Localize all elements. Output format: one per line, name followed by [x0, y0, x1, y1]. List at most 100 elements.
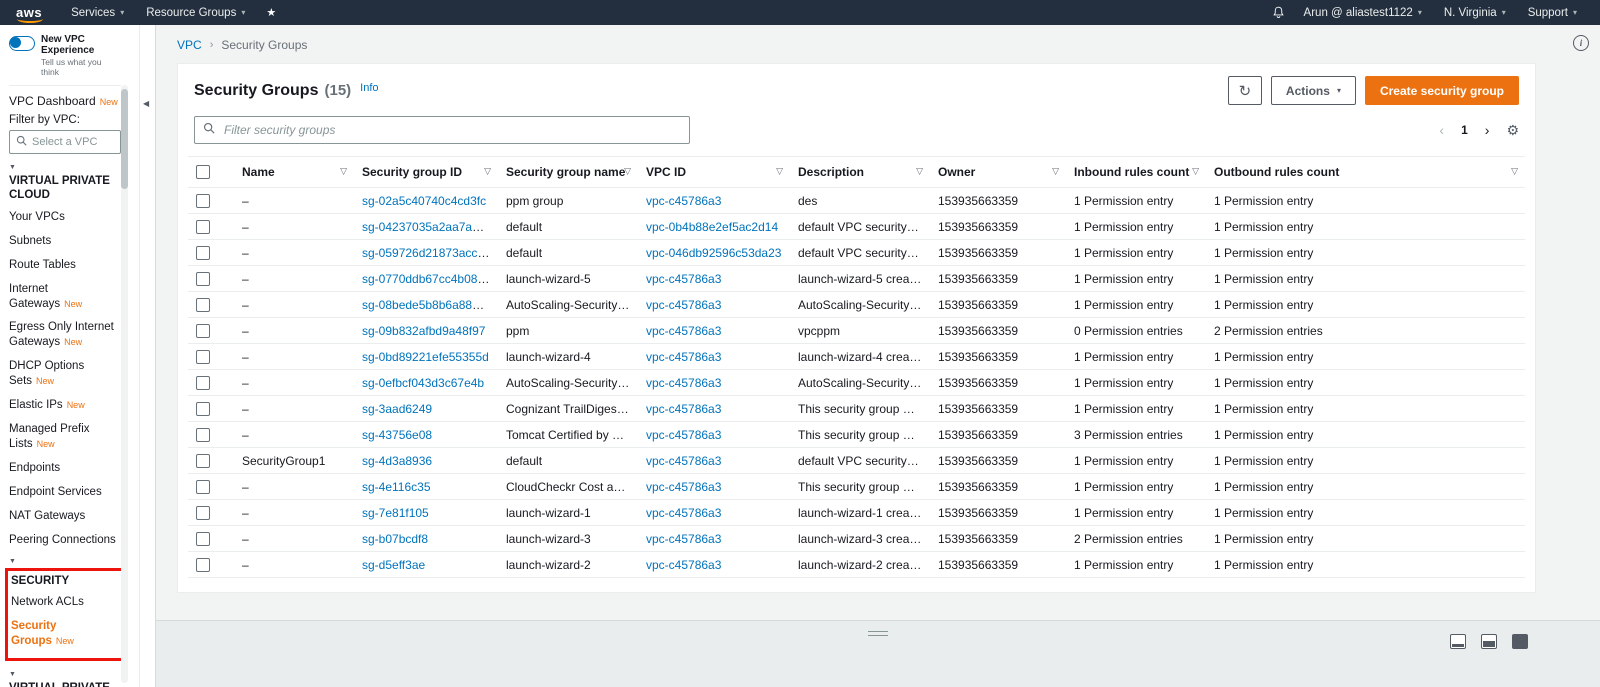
sidebar-item-internet-gateways[interactable]: Internet GatewaysNew	[9, 282, 121, 312]
vpc-id-link[interactable]: vpc-c45786a3	[646, 454, 721, 468]
panel-layout-split-icon[interactable]	[1481, 634, 1497, 649]
vpc-id-link[interactable]: vpc-c45786a3	[646, 402, 721, 416]
security-group-id-link[interactable]: sg-08bede5b8b6a88c6a	[362, 298, 491, 312]
vpc-id-link[interactable]: vpc-c45786a3	[646, 428, 721, 442]
resize-grip[interactable]	[868, 631, 888, 636]
vpc-id-link[interactable]: vpc-c45786a3	[646, 272, 721, 286]
vpc-id-link[interactable]: vpc-c45786a3	[646, 376, 721, 390]
row-checkbox[interactable]	[196, 532, 210, 546]
vpc-id-link[interactable]: vpc-c45786a3	[646, 350, 721, 364]
row-checkbox[interactable]	[196, 298, 210, 312]
panel-layout-full-icon[interactable]	[1512, 634, 1528, 649]
filter-funnel-icon[interactable]: ▽	[340, 166, 347, 177]
row-checkbox[interactable]	[196, 402, 210, 416]
sidebar-item-endpoint-services[interactable]: Endpoint Services	[9, 485, 121, 500]
row-checkbox[interactable]	[196, 454, 210, 468]
scrollbar-thumb[interactable]	[121, 89, 128, 189]
next-page-icon[interactable]: ›	[1485, 122, 1490, 138]
sidebar-item-endpoints[interactable]: Endpoints	[9, 461, 121, 476]
row-checkbox[interactable]	[196, 376, 210, 390]
info-link[interactable]: Info	[360, 82, 378, 94]
filter-funnel-icon[interactable]: ▽	[916, 166, 923, 177]
panel-layout-bottom-icon[interactable]	[1450, 634, 1466, 649]
refresh-button[interactable]: ↻	[1228, 76, 1262, 105]
security-group-id-link[interactable]: sg-b07bcdf8	[362, 532, 428, 546]
filter-funnel-icon[interactable]: ▽	[624, 166, 631, 177]
row-checkbox[interactable]	[196, 194, 210, 208]
sidebar-item-nat-gateways[interactable]: NAT Gateways	[9, 509, 121, 524]
security-group-id-link[interactable]: sg-3aad6249	[362, 402, 432, 416]
sidebar-item-vpc-dashboard[interactable]: VPC DashboardNew	[9, 94, 121, 108]
notifications-bell-icon[interactable]	[1264, 6, 1293, 19]
security-group-id-link[interactable]: sg-0770ddb67cc4b0886	[362, 272, 491, 286]
filter-input[interactable]	[222, 122, 681, 138]
filter-funnel-icon[interactable]: ▽	[1192, 166, 1199, 177]
sidebar-item-egress-only-internet-gateways[interactable]: Egress Only Internet GatewaysNew	[9, 320, 121, 350]
vpc-id-link[interactable]: vpc-c45786a3	[646, 298, 721, 312]
filter-funnel-icon[interactable]: ▽	[776, 166, 783, 177]
pin-star-icon[interactable]: ★	[256, 6, 286, 19]
sidebar-item-your-vpcs[interactable]: Your VPCs	[9, 210, 121, 225]
account-menu[interactable]: Arun @ aliastest1122 ▾	[1293, 0, 1433, 25]
security-group-id-link[interactable]: sg-4d3a8936	[362, 454, 432, 468]
vpc-id-link[interactable]: vpc-c45786a3	[646, 532, 721, 546]
vpc-id-link[interactable]: vpc-c45786a3	[646, 480, 721, 494]
section-collapse-icon[interactable]: ▼	[9, 671, 121, 678]
breadcrumb-vpc-link[interactable]: VPC	[177, 38, 202, 52]
row-checkbox[interactable]	[196, 506, 210, 520]
vpc-select[interactable]: Select a VPC	[9, 130, 121, 154]
filter-funnel-icon[interactable]: ▽	[1511, 166, 1518, 177]
row-checkbox[interactable]	[196, 220, 210, 234]
sidebar-item-security-groups[interactable]: Security GroupsNew	[11, 619, 121, 649]
security-group-id-link[interactable]: sg-4e116c35	[362, 480, 431, 494]
settings-gear-icon[interactable]: ⚙	[1506, 122, 1519, 139]
sidebar-item-subnets[interactable]: Subnets	[9, 234, 121, 249]
select-all-checkbox[interactable]	[196, 165, 210, 179]
section-collapse-icon[interactable]: ▼	[9, 558, 121, 565]
previous-page-icon[interactable]: ‹	[1439, 122, 1444, 138]
row-checkbox[interactable]	[196, 428, 210, 442]
new-vpc-experience-banner[interactable]: New VPC Experience Tell us what you thin…	[9, 31, 121, 86]
vpc-id-link[interactable]: vpc-c45786a3	[646, 324, 721, 338]
row-checkbox[interactable]	[196, 324, 210, 338]
sidebar-item-dhcp-options-sets[interactable]: DHCP Options SetsNew	[9, 359, 121, 389]
row-checkbox[interactable]	[196, 480, 210, 494]
sidebar-splitter[interactable]: ◀	[140, 25, 156, 687]
row-checkbox[interactable]	[196, 246, 210, 260]
vpc-id-link[interactable]: vpc-c45786a3	[646, 194, 721, 208]
vpc-id-link[interactable]: vpc-c45786a3	[646, 558, 721, 572]
sidebar-item-elastic-ips[interactable]: Elastic IPsNew	[9, 398, 121, 413]
vpc-id-link[interactable]: vpc-046db92596c53da23	[646, 246, 781, 260]
sidebar-item-network-acls[interactable]: Network ACLs	[11, 595, 121, 610]
resource-groups-menu[interactable]: Resource Groups ▾	[135, 0, 256, 25]
collapse-sidebar-icon[interactable]: ◀	[143, 99, 149, 108]
security-group-id-link[interactable]: sg-d5eff3ae	[362, 558, 425, 572]
services-menu[interactable]: Services ▾	[60, 0, 135, 25]
create-security-group-button[interactable]: Create security group	[1365, 76, 1519, 105]
sidebar-item-route-tables[interactable]: Route Tables	[9, 258, 121, 273]
security-group-id-link[interactable]: sg-09b832afbd9a48f97	[362, 324, 485, 338]
filter-funnel-icon[interactable]: ▽	[484, 166, 491, 177]
vpc-id-link[interactable]: vpc-0b4b88e2ef5ac2d14	[646, 220, 778, 234]
region-menu[interactable]: N. Virginia ▾	[1433, 0, 1517, 25]
row-checkbox[interactable]	[196, 558, 210, 572]
security-group-id-link[interactable]: sg-0efbcf043d3c67e4b	[362, 376, 484, 390]
row-checkbox[interactable]	[196, 272, 210, 286]
vpc-id-link[interactable]: vpc-c45786a3	[646, 506, 721, 520]
security-group-id-link[interactable]: sg-0bd89221efe55355d	[362, 350, 489, 364]
security-group-id-link[interactable]: sg-02a5c40740c4cd3fc	[362, 194, 486, 208]
security-group-id-link[interactable]: sg-7e81f105	[362, 506, 429, 520]
actions-button[interactable]: Actions ▾	[1271, 76, 1356, 105]
security-group-id-link[interactable]: sg-43756e08	[362, 428, 432, 442]
security-group-id-link[interactable]: sg-04237035a2aa7ac44	[362, 220, 491, 234]
sidebar-item-managed-prefix-lists[interactable]: Managed Prefix ListsNew	[9, 422, 121, 452]
experience-toggle[interactable]	[9, 36, 35, 51]
sidebar-scrollbar[interactable]	[121, 85, 128, 683]
row-checkbox[interactable]	[196, 350, 210, 364]
support-menu[interactable]: Support ▾	[1517, 0, 1588, 25]
filter-funnel-icon[interactable]: ▽	[1052, 166, 1059, 177]
page-number[interactable]: 1	[1461, 123, 1468, 137]
section-collapse-icon[interactable]: ▼	[9, 164, 121, 171]
sidebar-item-peering-connections[interactable]: Peering Connections	[9, 533, 121, 548]
aws-logo[interactable]: aws	[16, 5, 42, 20]
